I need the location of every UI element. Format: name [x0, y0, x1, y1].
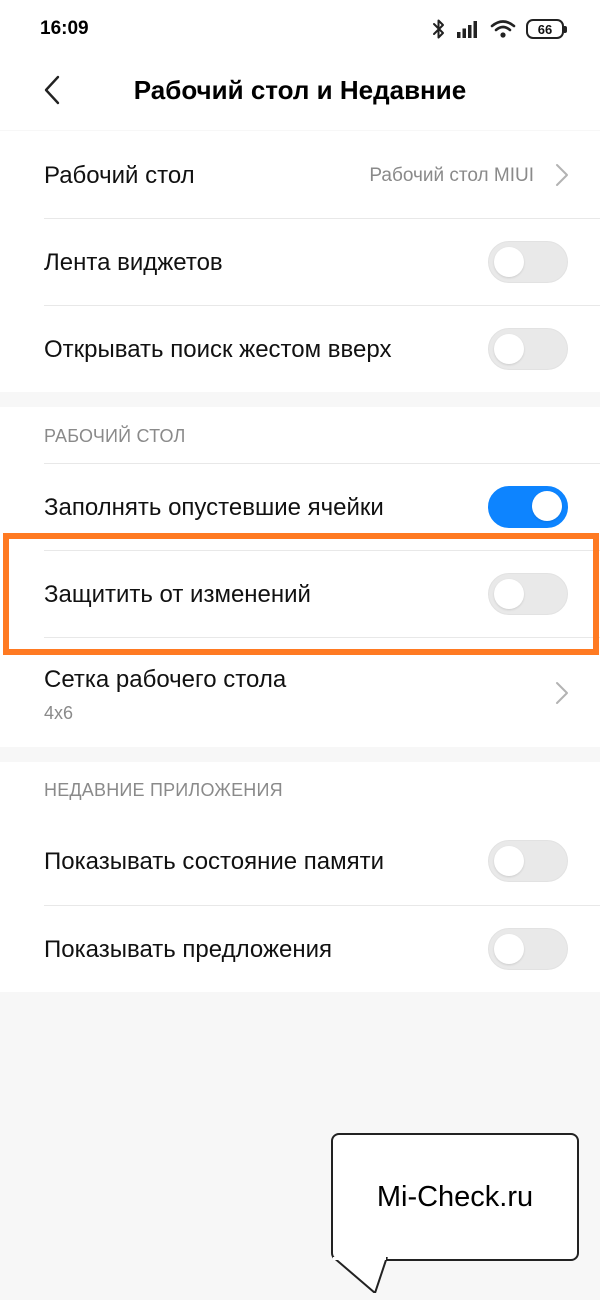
bubble-tail — [332, 1257, 388, 1293]
app-header: Рабочий стол и Недавние — [0, 58, 600, 130]
toggle-knob — [494, 334, 524, 364]
section-header: РАБОЧИЙ СТОЛ — [44, 426, 186, 446]
widget-feed-row[interactable]: Лента виджетов — [0, 219, 600, 305]
chevron-right-icon — [556, 164, 568, 186]
battery-icon: 66 — [526, 19, 567, 39]
suggestions-toggle[interactable] — [488, 928, 568, 970]
desktop-grid-row[interactable]: Сетка рабочего стола 4x6 — [0, 638, 600, 747]
memory-status-toggle[interactable] — [488, 840, 568, 882]
row-label: Сетка рабочего стола — [44, 666, 287, 693]
desktop-section: РАБОЧИЙ СТОЛ Заполнять опустевшие ячейки… — [0, 407, 600, 747]
page-title: Рабочий стол и Недавние — [133, 75, 467, 105]
toggle-knob — [494, 934, 524, 964]
memory-status-row[interactable]: Показывать состояние памяти — [0, 819, 600, 905]
fill-empty-cells-row[interactable]: Заполнять опустевшие ячейки — [0, 464, 600, 550]
status-time: 16:09 — [40, 18, 89, 39]
row-label: Рабочий стол — [44, 162, 195, 189]
toggle-knob — [494, 247, 524, 277]
section-header: НЕДАВНИЕ ПРИЛОЖЕНИЯ — [44, 780, 283, 800]
row-label: Показывать предложения — [44, 936, 332, 963]
chevron-right-icon — [556, 682, 568, 704]
recent-apps-section: НЕДАВНИЕ ПРИЛОЖЕНИЯ Показывать состояние… — [0, 762, 600, 992]
desktop-row[interactable]: Рабочий стол Рабочий стол MIUI — [0, 131, 600, 218]
lock-layout-row[interactable]: Защитить от изменений — [0, 551, 600, 637]
row-label: Открывать поиск жестом вверх — [44, 336, 392, 363]
signal-icon — [456, 19, 480, 39]
settings-screen: 16:09 66 Рабочий стол и Недавние Рабочий… — [0, 0, 600, 1300]
widget-feed-toggle[interactable] — [488, 241, 568, 283]
wifi-icon — [490, 19, 516, 39]
watermark-text: Mi-Check.ru — [376, 1181, 534, 1213]
status-bar: 16:09 66 — [0, 0, 600, 58]
bluetooth-icon — [432, 18, 446, 40]
row-label: Заполнять опустевшие ячейки — [44, 494, 384, 521]
swipe-search-row[interactable]: Открывать поиск жестом вверх — [0, 306, 600, 392]
toggle-knob — [494, 846, 524, 876]
lock-layout-toggle[interactable] — [488, 573, 568, 615]
row-label: Показывать состояние памяти — [44, 848, 385, 875]
watermark-bubble: Mi-Check.ru — [331, 1133, 579, 1261]
swipe-search-toggle[interactable] — [488, 328, 568, 370]
row-label: Лента виджетов — [44, 249, 223, 276]
toggle-knob — [532, 491, 562, 521]
suggestions-row[interactable]: Показывать предложения — [0, 906, 600, 992]
general-section: Рабочий стол Рабочий стол MIUI Лента вид… — [0, 131, 600, 392]
toggle-knob — [494, 579, 524, 609]
row-label: Защитить от изменений — [44, 581, 311, 608]
battery-level: 66 — [537, 21, 553, 37]
row-subtitle: 4x6 — [44, 703, 74, 723]
row-value: Рабочий стол MIUI — [369, 165, 534, 186]
fill-empty-cells-toggle[interactable] — [488, 486, 568, 528]
status-icons: 66 — [432, 16, 567, 42]
